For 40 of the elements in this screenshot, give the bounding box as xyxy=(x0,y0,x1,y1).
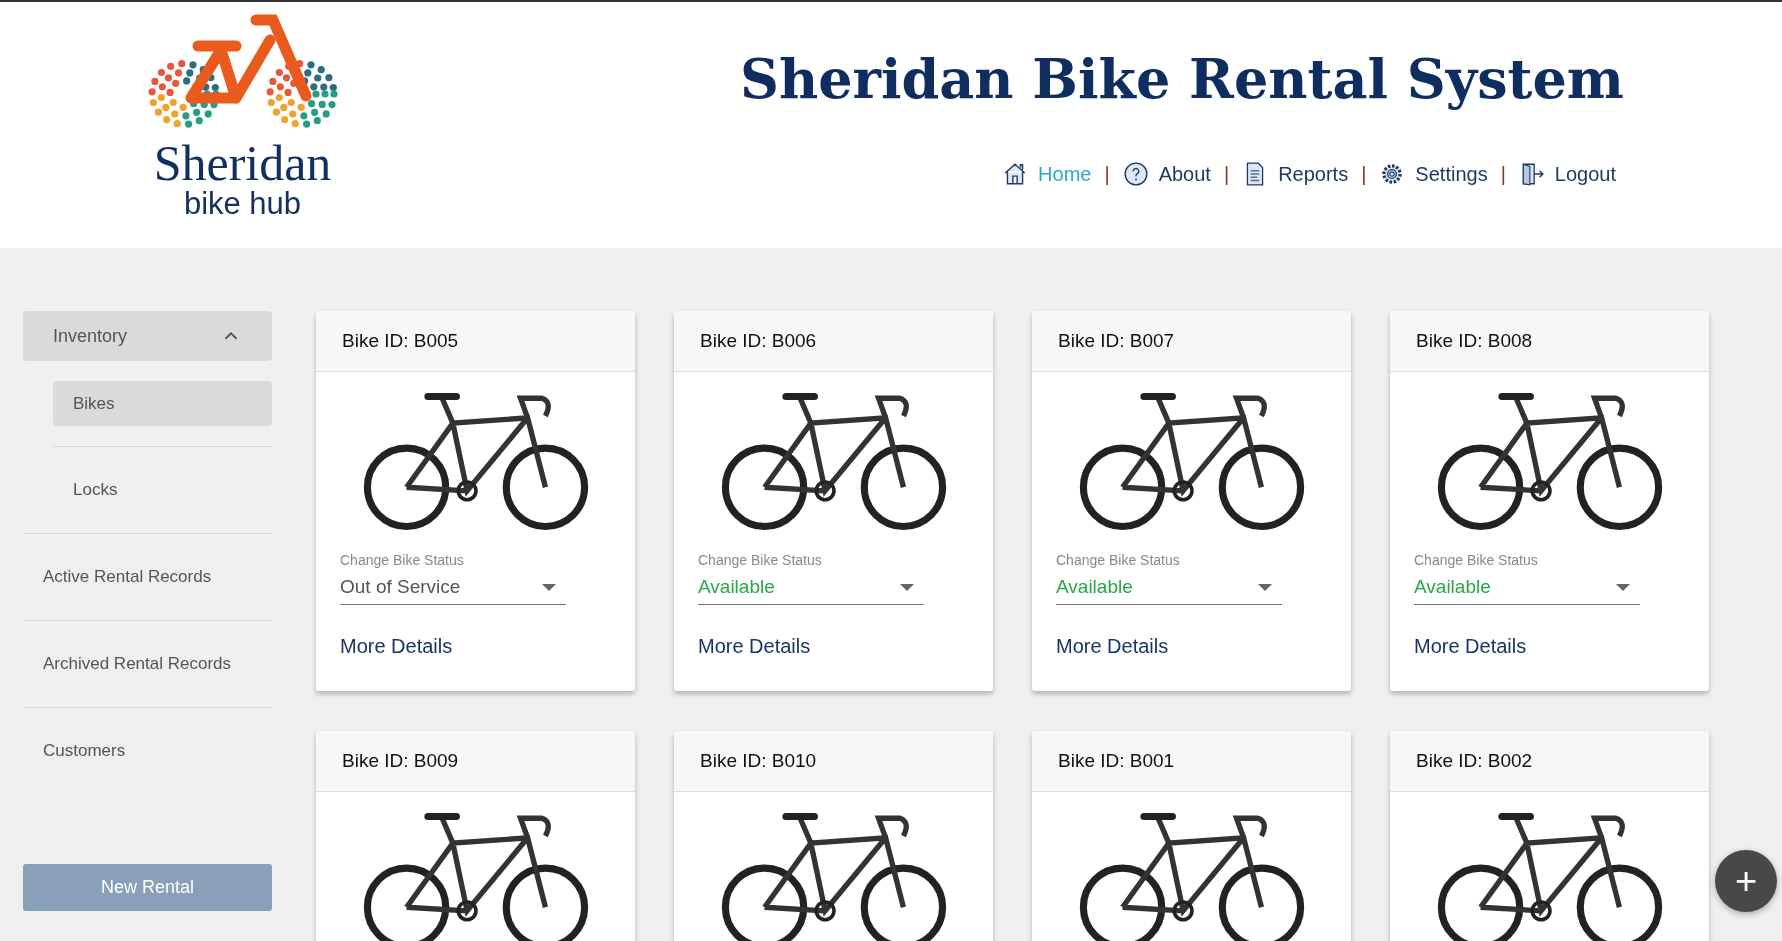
sidebar-item[interactable]: Archived Rental Records xyxy=(23,621,272,707)
card-title: Bike ID: B005 xyxy=(342,328,459,353)
nav-separator: | xyxy=(1361,162,1367,188)
status-dropdown[interactable]: Out of Service xyxy=(340,571,566,605)
more-details-link[interactable]: More Details xyxy=(698,631,811,661)
card-title: Bike ID: B006 xyxy=(700,328,817,353)
field-label: Change Bike Status xyxy=(698,551,823,570)
logo-subtitle: bike hub xyxy=(183,188,302,219)
question-icon xyxy=(1122,161,1149,188)
site-title: Sheridan Bike Rental System xyxy=(739,50,1624,110)
sidebar-item[interactable]: Bikes xyxy=(53,381,272,426)
caret-icon xyxy=(1258,584,1272,591)
card-title: Bike ID: B008 xyxy=(1416,328,1533,353)
nav-link[interactable]: About xyxy=(1158,159,1211,190)
more-details-link[interactable]: More Details xyxy=(1414,631,1527,661)
caret-icon xyxy=(1616,584,1630,591)
sidebar-item[interactable]: Customers xyxy=(23,708,272,794)
field-label: Change Bike Status xyxy=(340,551,465,570)
nav-link[interactable]: Logout xyxy=(1554,159,1616,190)
add-button[interactable]: + xyxy=(1715,850,1777,912)
sidebar-item[interactable]: Active Rental Records xyxy=(23,534,272,620)
card-title: Bike ID: B002 xyxy=(1416,748,1533,773)
field-label: Change Bike Status xyxy=(1056,551,1181,570)
field-label: Change Bike Status xyxy=(1414,551,1539,570)
nav-separator: | xyxy=(1104,162,1110,188)
card-title: Bike ID: B001 xyxy=(1058,748,1175,773)
logo-name: Sheridan xyxy=(153,138,332,188)
nav-separator: | xyxy=(1500,162,1506,188)
nav-link[interactable]: Settings xyxy=(1415,159,1488,190)
card-title: Bike ID: B009 xyxy=(342,748,459,773)
nav-link[interactable]: Reports xyxy=(1278,159,1349,190)
caret-icon xyxy=(900,584,914,591)
more-details-link[interactable]: More Details xyxy=(1056,631,1169,661)
card-title: Bike ID: B010 xyxy=(700,748,817,773)
nav-separator: | xyxy=(1223,162,1230,188)
inventory-toggle[interactable]: Inventory xyxy=(23,311,272,361)
card-title: Bike ID: B007 xyxy=(1058,328,1175,353)
caret-icon xyxy=(542,584,556,591)
sidebar-item[interactable]: Locks xyxy=(53,467,272,512)
more-details-link[interactable]: More Details xyxy=(340,631,453,661)
